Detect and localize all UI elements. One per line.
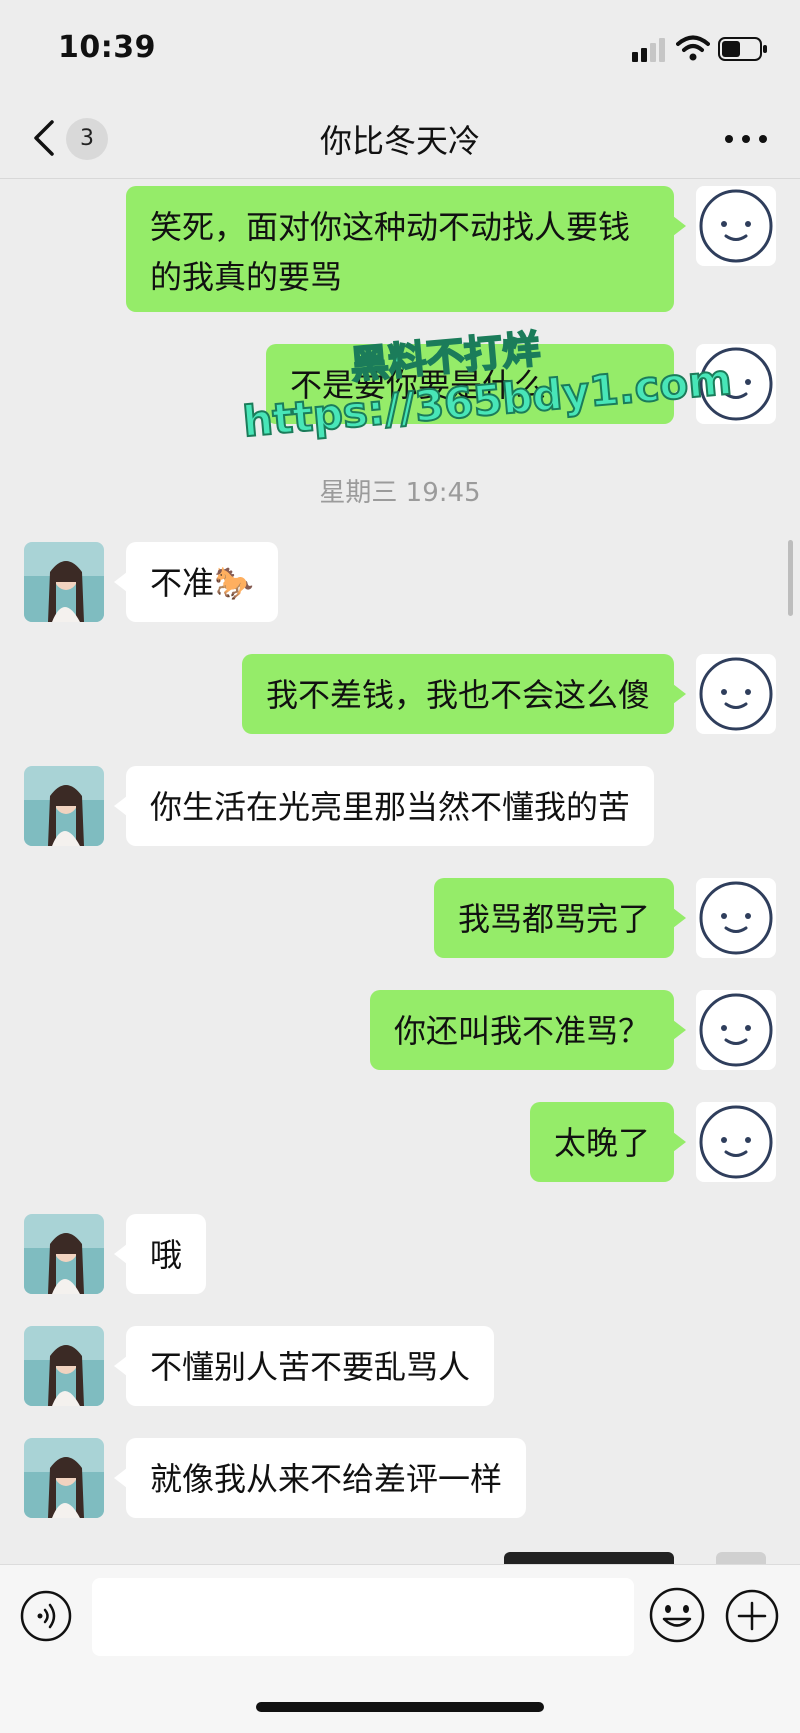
- emoji-icon[interactable]: [648, 1586, 706, 1644]
- message-text: 笑死，面对你这种动不动找人要钱的我真的要骂: [150, 208, 631, 296]
- my-avatar[interactable]: [696, 878, 776, 958]
- smiley-avatar-icon: [699, 189, 773, 263]
- scrollbar[interactable]: [788, 540, 793, 616]
- smiley-avatar-icon: [699, 657, 773, 731]
- chat-timestamp: 星期三 19:45: [319, 478, 481, 508]
- contact-avatar[interactable]: [24, 1326, 104, 1406]
- plus-icon[interactable]: [724, 1588, 780, 1644]
- smiley-avatar-icon: [699, 993, 773, 1067]
- message-text: 你生活在光亮里那当然不懂我的苦: [150, 788, 631, 826]
- contact-message-bubble[interactable]: 不懂别人苦不要乱骂人: [113, 1326, 495, 1406]
- contact-avatar[interactable]: [24, 1214, 104, 1294]
- chat-header: 3 你比冬天冷: [0, 96, 800, 179]
- my-avatar[interactable]: [696, 1102, 776, 1182]
- message-input[interactable]: [92, 1578, 634, 1656]
- message-text: 我骂都骂完了: [457, 900, 650, 938]
- battery-icon: [718, 37, 767, 61]
- my-avatar[interactable]: [696, 654, 776, 734]
- contact-avatar[interactable]: [24, 1438, 104, 1518]
- contact-message-bubble[interactable]: 不准🐎: [114, 542, 278, 622]
- message-text: 你还叫我不准骂？: [393, 1012, 650, 1050]
- partial-message-bubble: [504, 1552, 674, 1564]
- my-avatar[interactable]: [696, 990, 776, 1070]
- status-bar: 10:39: [0, 0, 800, 96]
- smiley-avatar-icon: [699, 1105, 773, 1179]
- contact-photo-icon: [24, 1326, 104, 1406]
- my-message-bubble[interactable]: 太晚了: [529, 1102, 687, 1182]
- status-time: 10:39: [58, 30, 156, 65]
- contact-photo-icon: [24, 766, 104, 846]
- contact-message-bubble[interactable]: 就像我从来不给差评一样: [113, 1438, 527, 1518]
- page-title: 你比冬天冷: [319, 122, 480, 160]
- my-message-bubble[interactable]: 我不差钱，我也不会这么傻: [241, 654, 687, 734]
- my-message-bubble[interactable]: 我骂都骂完了: [433, 878, 687, 958]
- my-message-bubble[interactable]: 笑死，面对你这种动不动找人要钱的我真的要骂: [126, 186, 686, 312]
- my-message-bubble[interactable]: 你还叫我不准骂？: [369, 990, 687, 1070]
- message-text: 不懂别人苦不要乱骂人: [150, 1348, 471, 1386]
- message-text: 不准🐎: [150, 564, 254, 602]
- contact-photo-icon: [24, 1214, 104, 1294]
- contact-avatar[interactable]: [24, 542, 104, 622]
- more-dots-icon[interactable]: [724, 134, 768, 144]
- message-text: 太晚了: [553, 1124, 650, 1162]
- smiley-avatar-icon: [699, 881, 773, 955]
- message-text: 我不差钱，我也不会这么傻: [265, 676, 650, 714]
- message-text: 哦: [150, 1236, 183, 1274]
- contact-photo-icon: [24, 1438, 104, 1518]
- voice-input-icon[interactable]: [20, 1590, 72, 1642]
- home-indicator[interactable]: [256, 1702, 544, 1712]
- contact-photo-icon: [24, 542, 104, 622]
- my-avatar[interactable]: [696, 186, 776, 266]
- contact-avatar[interactable]: [24, 766, 104, 846]
- contact-message-bubble[interactable]: 你生活在光亮里那当然不懂我的苦: [113, 766, 655, 846]
- message-text: 就像我从来不给差评一样: [150, 1460, 503, 1498]
- contact-message-bubble[interactable]: 哦: [113, 1214, 207, 1294]
- cellular-signal-icon: [632, 38, 665, 62]
- wifi-icon: [676, 35, 710, 61]
- partial-avatar: [716, 1552, 766, 1564]
